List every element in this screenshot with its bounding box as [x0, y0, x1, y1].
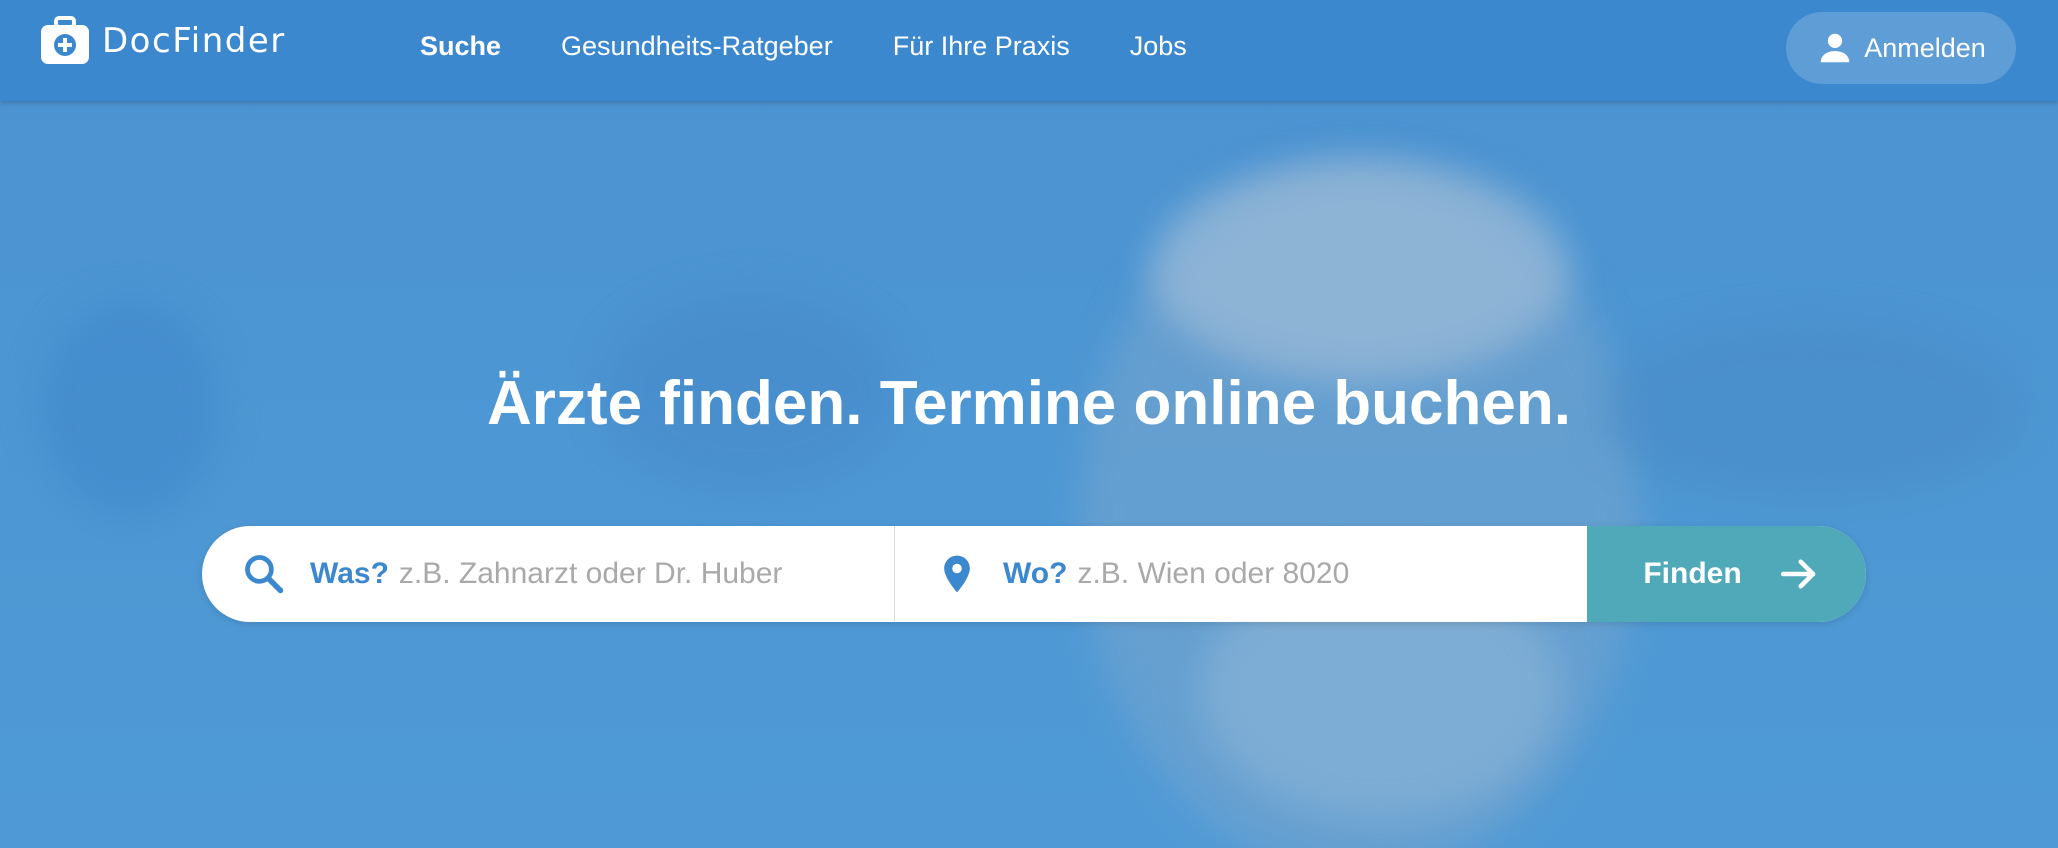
nav-item-fuer-ihre-praxis[interactable]: Für Ihre Praxis	[893, 28, 1070, 64]
search-bar: Was? Wo? Finden	[202, 526, 1866, 622]
user-icon	[1820, 33, 1850, 63]
docfinder-logo[interactable]: DocFinder	[40, 16, 286, 66]
login-button[interactable]: Anmelden	[1786, 12, 2016, 84]
hero-photo-hair	[1150, 160, 1570, 380]
location-pin-icon	[944, 555, 970, 593]
logo-text: DocFinder	[102, 21, 286, 61]
where-label: Wo?	[1003, 557, 1068, 590]
where-search-field[interactable]: Wo?	[895, 526, 1587, 622]
find-button[interactable]: Finden	[1587, 526, 1866, 622]
nav-item-gesundheits-ratgeber[interactable]: Gesundheits-Ratgeber	[561, 28, 833, 64]
logo-text-part1: Doc	[102, 21, 173, 61]
what-input[interactable]	[398, 557, 879, 591]
search-icon	[245, 555, 284, 594]
nav-item-jobs[interactable]: Jobs	[1130, 28, 1187, 64]
logo-text-part2: Finder	[172, 21, 286, 61]
medical-bag-icon	[41, 16, 89, 64]
what-label: Was?	[310, 557, 389, 590]
nav-item-suche[interactable]: Suche	[420, 28, 501, 64]
main-nav: Suche Gesundheits-Ratgeber Für Ihre Prax…	[420, 28, 1187, 64]
find-button-label: Finden	[1643, 557, 1742, 590]
login-button-label: Anmelden	[1864, 32, 1986, 63]
hero-headline: Ärzte finden. Termine online buchen.	[487, 369, 1571, 438]
top-navigation-bar: DocFinder Suche Gesundheits-Ratgeber Für…	[0, 0, 2058, 101]
what-search-field[interactable]: Was?	[202, 526, 895, 622]
arrow-right-icon	[1780, 559, 1815, 589]
where-input[interactable]	[1077, 557, 1558, 591]
